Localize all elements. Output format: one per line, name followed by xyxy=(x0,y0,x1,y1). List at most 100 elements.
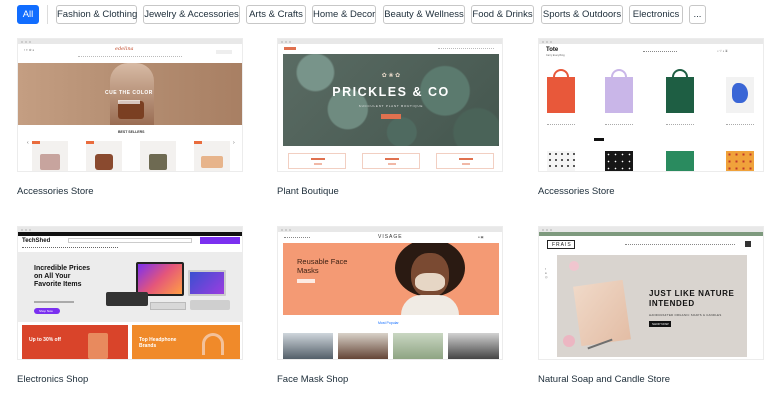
section-title: BEST SELLERS xyxy=(118,130,145,134)
category-tile xyxy=(362,153,420,169)
filter-chip-beauty-wellness[interactable]: Beauty & Wellness xyxy=(383,5,465,24)
template-preview[interactable]: ✿ ❀ ✿ PRICKLES & CO SUCCULENT PLANT BOUT… xyxy=(277,38,503,172)
template-card[interactable]: TechShed Incredible Prices on All Your F… xyxy=(17,226,243,386)
template-preview[interactable]: TechShed Incredible Prices on All Your F… xyxy=(17,226,243,360)
product-thumb xyxy=(194,141,230,171)
category-tile xyxy=(288,153,346,169)
preview-logo: Tote xyxy=(546,47,559,53)
template-preview[interactable]: f ✦ ✿ ● edelina CUE THE COLOR BEST SELLE… xyxy=(17,38,243,172)
bag-image xyxy=(201,156,223,168)
sale-badge xyxy=(86,141,94,144)
social-icons: f ● ◎ xyxy=(545,267,548,279)
template-preview[interactable]: Tote Carry Everything ⌕ ♡ ◐ ▣ xyxy=(538,38,764,172)
carousel-prev-icon: ‹ xyxy=(27,140,29,146)
template-caption[interactable]: Natural Soap and Candle Store xyxy=(538,374,670,385)
sale-badge xyxy=(32,141,40,144)
header-icons: ● ▣ xyxy=(478,235,484,239)
category-tile xyxy=(436,153,494,169)
tote-product-image xyxy=(547,151,575,171)
more-filters-button[interactable]: ... xyxy=(689,5,706,24)
product-info xyxy=(666,124,694,130)
announcement-bar xyxy=(18,232,242,236)
headphones-image xyxy=(202,333,224,355)
monitor-image xyxy=(136,262,184,296)
template-caption[interactable]: Plant Boutique xyxy=(277,186,339,197)
filter-chip-sports-outdoors[interactable]: Sports & Outdoors xyxy=(541,5,623,24)
section-title: Most Popular xyxy=(378,321,399,325)
browser-chrome xyxy=(539,39,763,44)
preview-header xyxy=(278,44,502,54)
filter-chip-electronics[interactable]: Electronics xyxy=(629,5,683,24)
carousel-next-icon: › xyxy=(233,140,235,146)
browser-chrome xyxy=(278,227,502,232)
filter-chip-all[interactable]: All xyxy=(17,5,39,24)
tote-product-image xyxy=(547,69,575,113)
bag-image xyxy=(149,154,167,170)
preview-logo: FRAIS xyxy=(547,240,575,249)
hero-button: Shop Now xyxy=(34,308,60,314)
filter-chip-arts-crafts[interactable]: Arts & Crafts xyxy=(246,5,306,24)
hero-headline: JUST LIKE NATURE INTENDED xyxy=(649,289,735,308)
add-to-cart-button xyxy=(594,138,604,141)
template-caption[interactable]: Electronics Shop xyxy=(17,374,88,385)
filter-chip-fashion-clothing[interactable]: Fashion & Clothing xyxy=(56,5,137,24)
cart-icon xyxy=(216,50,232,54)
tote-product-image xyxy=(726,77,754,113)
hero-button xyxy=(118,100,140,104)
bag-image xyxy=(40,154,60,170)
nav-links xyxy=(643,51,677,52)
preview-logo: TechShed xyxy=(22,238,51,244)
template-caption[interactable]: Face Mask Shop xyxy=(277,374,348,385)
preview-hero-image: CUE THE COLOR xyxy=(18,63,242,125)
filter-divider xyxy=(47,5,48,24)
flower-image xyxy=(563,335,575,347)
preview-tagline: Carry Everything xyxy=(546,54,565,57)
search-bar xyxy=(68,238,192,243)
template-card[interactable]: VISAGE ● ▣ Reusable Face Masks Most Popu… xyxy=(277,226,503,386)
template-caption[interactable]: Accessories Store xyxy=(17,186,94,197)
product-thumb xyxy=(32,141,68,171)
product-info xyxy=(726,124,754,130)
template-preview[interactable]: FRAIS f ● ◎ JUST LIKE NATURE INTENDED HAND… xyxy=(538,226,764,360)
promo-tile: Up to 30% off xyxy=(22,325,128,359)
nav-links xyxy=(22,247,118,248)
filter-chip-food-drinks[interactable]: Food & Drinks xyxy=(471,5,534,24)
social-icons: f ✦ ✿ ● xyxy=(24,48,35,52)
template-card[interactable]: ✿ ❀ ✿ PRICKLES & CO SUCCULENT PLANT BOUT… xyxy=(277,38,503,198)
template-card[interactable]: FRAIS f ● ◎ JUST LIKE NATURE INTENDED HAND… xyxy=(538,226,764,386)
hero-headline: CUE THE COLOR xyxy=(105,90,153,96)
template-preview[interactable]: VISAGE ● ▣ Reusable Face Masks Most Popu… xyxy=(277,226,503,360)
template-card[interactable]: Tote Carry Everything ⌕ ♡ ◐ ▣ Accessorie… xyxy=(538,38,764,198)
phone-image xyxy=(88,333,108,359)
brand-ornament: ✿ ❀ ✿ xyxy=(381,73,401,79)
preview-hero: Reusable Face Masks xyxy=(283,243,499,315)
hero-subtitle: SUCCULENT PLANT BOUTIQUE xyxy=(358,104,424,108)
tote-product-image xyxy=(666,69,694,113)
preview-logo-mark xyxy=(284,47,296,50)
template-card[interactable]: f ✦ ✿ ● edelina CUE THE COLOR BEST SELLE… xyxy=(17,38,243,198)
filter-chip-jewelry-accessories[interactable]: Jewelry & Accessories xyxy=(143,5,240,24)
device-image xyxy=(190,300,230,310)
template-caption[interactable]: Accessories Store xyxy=(538,186,615,197)
product-thumb xyxy=(86,141,122,171)
preview-hero: JUST LIKE NATURE INTENDED HANDCRAFTED OR… xyxy=(557,255,747,357)
flower-image xyxy=(569,261,579,271)
keyboard-image xyxy=(150,302,186,310)
hero-button: SHOP NOW xyxy=(649,321,671,327)
speaker-image xyxy=(106,292,148,306)
nav-links xyxy=(625,244,735,245)
cart-icon xyxy=(745,241,751,247)
hero-button xyxy=(381,114,401,119)
model-sweater xyxy=(401,295,459,315)
promo-tile: Top Headphone Brands xyxy=(132,325,240,359)
preview-header: f ✦ ✿ ● edelina xyxy=(18,44,242,62)
announcement-bar xyxy=(539,232,763,236)
nav-links xyxy=(78,56,182,57)
product-thumb xyxy=(140,141,176,171)
hero-headline: Incredible Prices on All Your Favorite I… xyxy=(34,265,91,288)
account-button xyxy=(200,237,240,244)
header-icons: ⌕ ♡ ◐ ▣ xyxy=(717,49,728,53)
preview-hero: Incredible Prices on All Your Favorite I… xyxy=(18,252,242,322)
filter-chip-home-decor[interactable]: Home & Decor xyxy=(312,5,376,24)
product-thumb xyxy=(283,333,333,359)
